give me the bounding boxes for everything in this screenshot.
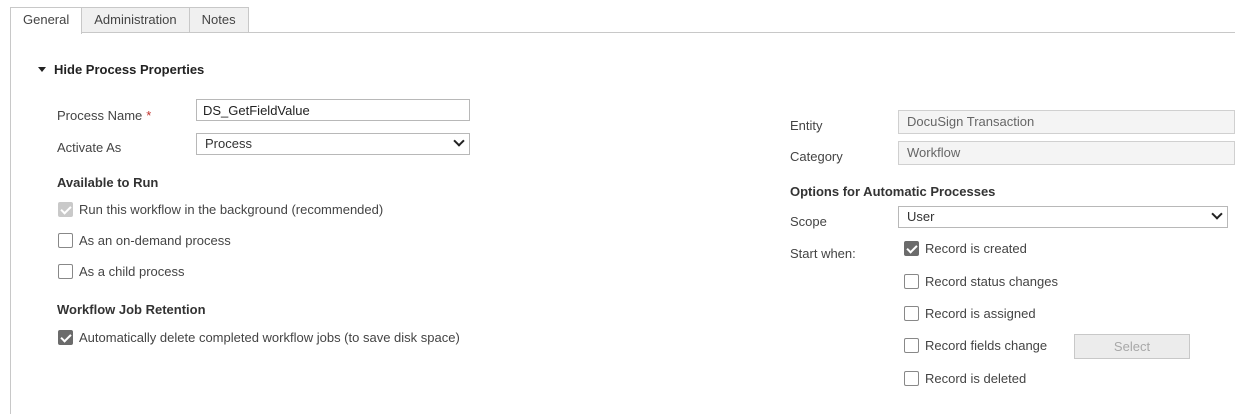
run-background-checkbox xyxy=(58,202,73,217)
record-status-checkbox[interactable] xyxy=(904,274,919,289)
record-fields-option[interactable]: Record fields change xyxy=(904,338,1047,353)
activate-as-select[interactable]: Process xyxy=(196,133,470,155)
available-to-run-title: Available to Run xyxy=(57,175,159,190)
record-status-option[interactable]: Record status changes xyxy=(904,274,1058,289)
record-fields-label[interactable]: Record fields change xyxy=(925,338,1047,353)
entity-label: Entity xyxy=(790,118,823,133)
record-fields-checkbox[interactable] xyxy=(904,338,919,353)
auto-delete-label[interactable]: Automatically delete completed workflow … xyxy=(79,330,460,345)
entity-field: DocuSign Transaction xyxy=(898,110,1235,134)
scope-select[interactable]: User xyxy=(898,206,1228,228)
record-deleted-option[interactable]: Record is deleted xyxy=(904,371,1026,386)
caret-down-icon xyxy=(38,67,46,72)
section-title: Hide Process Properties xyxy=(54,62,205,77)
process-name-input[interactable] xyxy=(196,99,470,121)
category-field: Workflow xyxy=(898,141,1235,165)
scope-label: Scope xyxy=(790,214,827,229)
record-status-label[interactable]: Record status changes xyxy=(925,274,1058,289)
automatic-options-title: Options for Automatic Processes xyxy=(790,184,996,199)
category-label: Category xyxy=(790,149,843,164)
record-deleted-checkbox[interactable] xyxy=(904,371,919,386)
activate-as-label: Activate As xyxy=(57,140,122,155)
on-demand-label[interactable]: As an on-demand process xyxy=(79,233,231,248)
required-mark: * xyxy=(146,108,152,123)
auto-delete-option[interactable]: Automatically delete completed workflow … xyxy=(58,330,460,345)
chevron-down-icon xyxy=(453,135,465,147)
section-toggle[interactable]: Hide Process Properties xyxy=(38,62,204,77)
on-demand-checkbox[interactable] xyxy=(58,233,73,248)
tab-notes[interactable]: Notes xyxy=(188,7,249,33)
tab-general[interactable]: General xyxy=(10,7,83,34)
record-assigned-label[interactable]: Record is assigned xyxy=(925,306,1036,321)
record-created-label[interactable]: Record is created xyxy=(925,241,1027,256)
record-created-checkbox[interactable] xyxy=(904,241,919,256)
tab-bar: General Administration Notes xyxy=(10,7,249,34)
process-name-label: Process Name * xyxy=(57,108,151,123)
run-background-label: Run this workflow in the background (rec… xyxy=(79,202,384,217)
start-when-label: Start when: xyxy=(790,246,856,261)
child-process-label[interactable]: As a child process xyxy=(79,264,185,279)
workflow-job-retention-title: Workflow Job Retention xyxy=(57,302,206,317)
scope-value: User xyxy=(907,209,935,224)
record-assigned-option[interactable]: Record is assigned xyxy=(904,306,1036,321)
chevron-down-icon xyxy=(1211,208,1223,220)
child-process-checkbox[interactable] xyxy=(58,264,73,279)
select-fields-button[interactable]: Select xyxy=(1074,334,1190,359)
process-name-label-text: Process Name xyxy=(57,108,143,123)
auto-delete-checkbox[interactable] xyxy=(58,330,73,345)
record-deleted-label[interactable]: Record is deleted xyxy=(925,371,1026,386)
tab-administration[interactable]: Administration xyxy=(81,7,190,33)
record-assigned-checkbox[interactable] xyxy=(904,306,919,321)
record-created-option[interactable]: Record is created xyxy=(904,241,1027,256)
run-background-option: Run this workflow in the background (rec… xyxy=(58,202,383,217)
child-process-option[interactable]: As a child process xyxy=(58,264,185,279)
activate-as-value: Process xyxy=(205,136,252,151)
on-demand-option[interactable]: As an on-demand process xyxy=(58,233,231,248)
